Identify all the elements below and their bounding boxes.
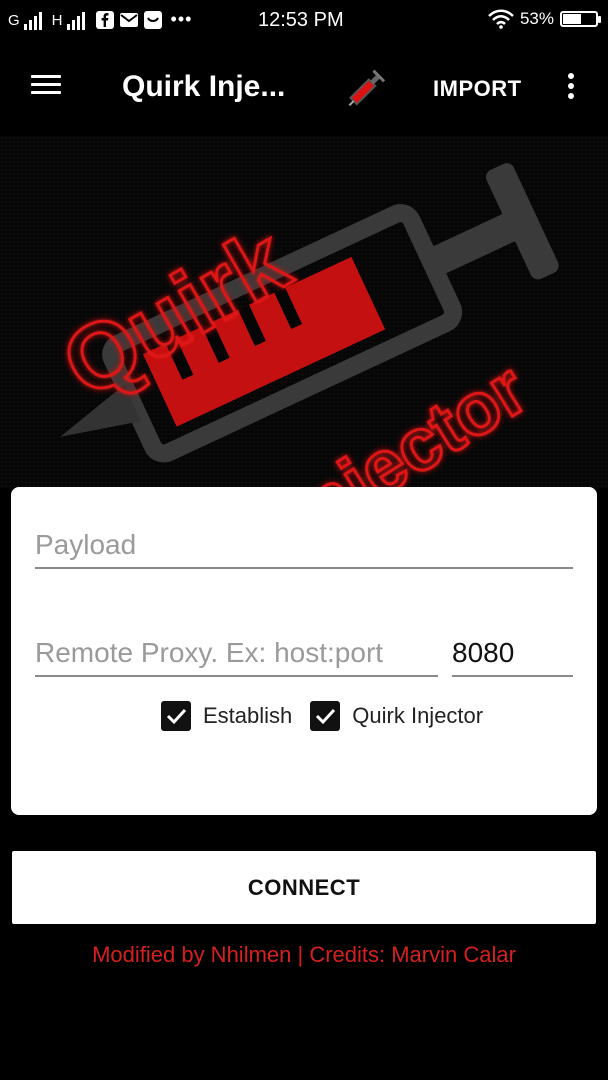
signal-icon (66, 12, 85, 30)
status-left: G H ••• (8, 9, 192, 30)
status-bar: G H ••• 12:53 PM 53% (0, 0, 608, 42)
remote-proxy-input[interactable]: Remote Proxy. Ex: host:port (35, 635, 438, 677)
payload-input[interactable]: Payload (35, 527, 573, 569)
establish-checkbox[interactable]: Establish (161, 701, 292, 731)
establish-label: Establish (203, 703, 293, 728)
more-notifications: ••• (170, 9, 193, 29)
quirk-injector-logo-banner: Quirk Injector (0, 136, 608, 488)
facebook-icon (95, 11, 114, 29)
connect-label: CONNECT (247, 874, 361, 900)
options-row: Establish Quirk Injector (161, 701, 501, 731)
network-type-1: G (8, 12, 20, 29)
remote-proxy-placeholder: Remote Proxy. Ex: host:port (35, 637, 384, 668)
port-value: 8080 (452, 637, 515, 668)
mail-icon (119, 13, 138, 27)
syringe-icon[interactable] (340, 62, 392, 114)
battery-percent: 53% (519, 9, 554, 28)
clock: 12:53 PM (258, 9, 344, 31)
signal-icon (23, 12, 42, 30)
battery-icon (560, 11, 601, 27)
status-right: 53% (488, 9, 601, 29)
app-screen: G H ••• 12:53 PM 53% Quirk Inje... IMPOR… (0, 0, 608, 1080)
menu-icon[interactable] (28, 72, 64, 102)
connection-card: Payload Remote Proxy. Ex: host:port 8080… (11, 487, 597, 815)
overflow-menu-icon[interactable] (560, 70, 582, 106)
notification-icon (143, 11, 162, 29)
network-type-2: H (51, 12, 63, 29)
port-input[interactable]: 8080 (452, 635, 573, 677)
app-title: Quirk Inje... (122, 70, 286, 103)
import-button[interactable]: IMPORT (433, 76, 522, 102)
wifi-icon (488, 9, 514, 29)
app-toolbar: Quirk Inje... IMPORT (0, 42, 608, 136)
checkbox-checked-icon (161, 701, 191, 731)
quirk-injector-label: Quirk Injector (352, 703, 484, 728)
quirk-injector-checkbox[interactable]: Quirk Injector (310, 701, 483, 731)
connect-button[interactable]: CONNECT (12, 851, 596, 924)
payload-placeholder: Payload (35, 529, 137, 560)
credits-text: Modified by Nhilmen | Credits: Marvin Ca… (92, 942, 516, 967)
checkbox-checked-icon (310, 701, 341, 731)
